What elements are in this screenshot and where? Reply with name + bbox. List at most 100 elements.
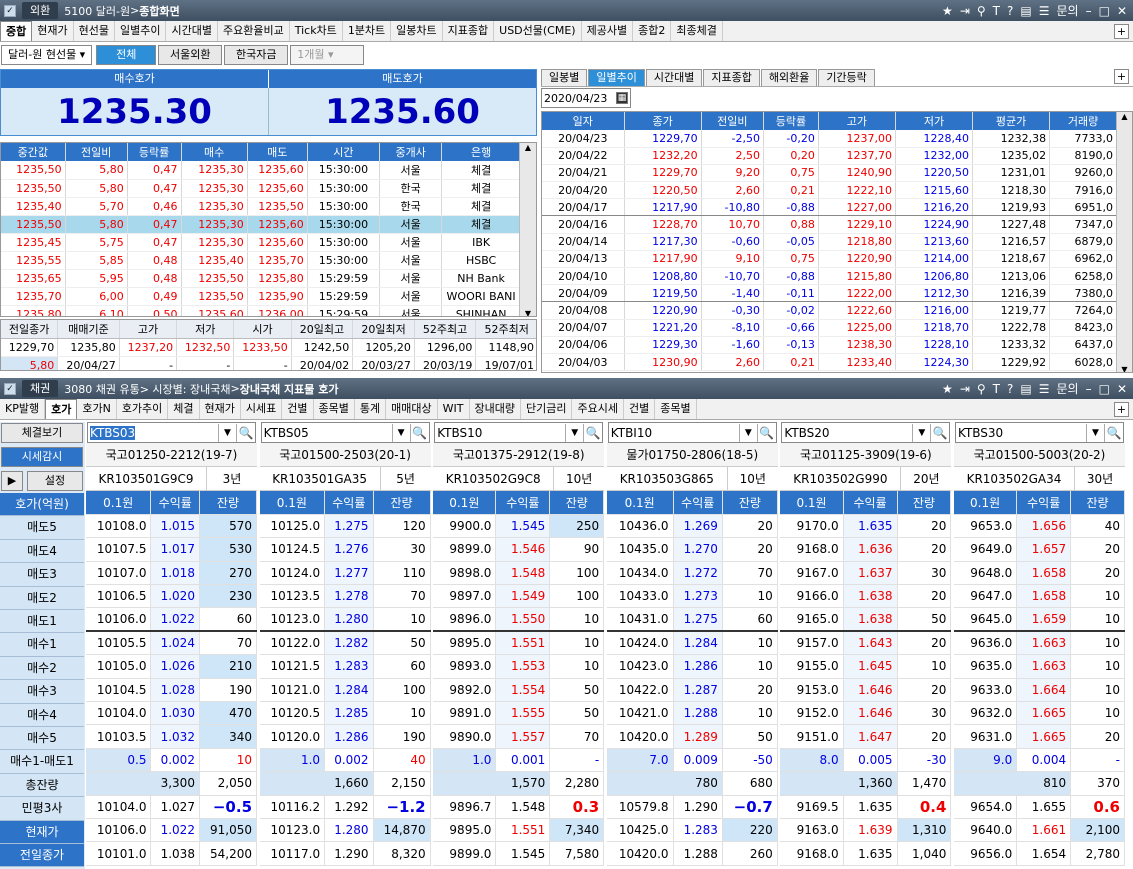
daily-row[interactable]: 20/04/23 1229,70 -2,50 -0,20 1237,00 1228,40 1… xyxy=(542,130,1117,148)
text-icon[interactable]: T xyxy=(993,382,1000,396)
maximize-icon[interactable]: □ xyxy=(1099,382,1110,396)
chevron-down-icon[interactable]: ▼ xyxy=(912,423,930,442)
watch-button[interactable]: 시세감시 xyxy=(1,447,83,467)
bond-quote-row[interactable]: 10107.0 1.018 270 xyxy=(86,561,258,586)
daily-row[interactable]: 20/04/16 1228,70 10,70 0,88 1229,10 1224,90 12… xyxy=(542,215,1117,234)
bond-quote-row[interactable]: 10420.0 1.289 50 xyxy=(606,724,778,749)
bond-quote-row[interactable]: 10423.0 1.286 10 xyxy=(606,654,778,679)
chevron-down-icon[interactable]: ▼ xyxy=(738,423,757,442)
settings-button[interactable]: 설정 xyxy=(27,471,83,491)
bond-quote-row[interactable]: 9167.0 1.637 30 xyxy=(780,561,952,586)
daily-row[interactable]: 20/04/22 1232,20 2,50 0,20 1237,70 1232,00 123… xyxy=(542,147,1117,165)
tick-scrollbar[interactable]: ▲ ▼ xyxy=(519,143,536,316)
right-tab[interactable]: 기간등락 xyxy=(818,69,875,86)
right-tab[interactable]: 일별추이 xyxy=(588,69,645,86)
bond-code-select[interactable]: KTBI10 ▼ 🔍 xyxy=(607,422,777,443)
bond-quote-row[interactable]: 9165.0 1.638 50 xyxy=(780,607,952,633)
bond-quote-row[interactable]: 9896.0 1.550 10 xyxy=(433,607,605,633)
date-field[interactable]: 2020/04/23 ▦ xyxy=(541,88,631,108)
bond-quote-row[interactable]: 9890.0 1.557 70 xyxy=(433,724,605,749)
tick-row[interactable]: 1235,50 5,80 0,47 1235,30 1235,60 15:30:00 서울 체… xyxy=(1,161,521,180)
scroll-down-icon[interactable]: ▼ xyxy=(520,309,536,316)
bond-quote-row[interactable]: 9900.0 1.545 250 xyxy=(433,514,605,539)
bond-quote-row[interactable]: 10120.5 1.285 10 xyxy=(259,701,431,726)
tick-row[interactable]: 1235,80 6,10 0,50 1235,60 1236,00 15:29:59 서울 S… xyxy=(1,305,521,316)
bond-quote-row[interactable]: 10121.0 1.284 100 xyxy=(259,678,431,703)
bond-quote-row[interactable]: 10421.0 1.288 10 xyxy=(606,701,778,726)
star-icon[interactable]: ★ xyxy=(942,4,953,18)
inquiry-label[interactable]: 문의 xyxy=(1057,380,1079,397)
checkbox-icon[interactable]: ✓ xyxy=(4,4,16,17)
inquiry-label[interactable]: 문의 xyxy=(1057,2,1079,19)
bond-quote-row[interactable]: 10123.0 1.280 10 xyxy=(259,607,431,633)
top-menu-item[interactable]: 현재가 xyxy=(32,21,74,41)
daily-row[interactable]: 20/04/17 1217,90 -10,80 -0,88 1227,00 1216,20… xyxy=(542,198,1117,217)
bond-quote-row[interactable]: 9166.0 1.638 20 xyxy=(780,584,952,609)
help-icon[interactable]: ? xyxy=(1007,4,1013,18)
right-tab[interactable]: 해외환율 xyxy=(760,69,818,86)
bond-quote-row[interactable]: 10104.0 1.030 470 xyxy=(86,701,258,726)
bond-quote-row[interactable]: 9168.0 1.636 20 xyxy=(780,537,952,562)
bond-code-select[interactable]: KTBS03 ▼ 🔍 xyxy=(87,422,256,443)
bond-quote-row[interactable]: 10121.5 1.283 60 xyxy=(259,654,431,679)
top-menu-item[interactable]: 시간대별 xyxy=(166,21,218,41)
tick-row[interactable]: 1235,40 5,70 0,46 1235,30 1235,50 15:30:00 한국 체… xyxy=(1,197,521,216)
top-menu-item[interactable]: 지표종합 xyxy=(443,21,495,41)
bond-quote-row[interactable]: 10424.0 1.284 10 xyxy=(606,631,778,656)
maximize-icon[interactable]: □ xyxy=(1099,4,1110,18)
list-icon[interactable]: ☰ xyxy=(1039,382,1050,396)
tab-seoul-fx[interactable]: 서울외환 xyxy=(158,45,223,65)
checkbox-icon[interactable]: ✓ xyxy=(4,382,16,395)
close-icon[interactable]: ✕ xyxy=(1117,4,1127,18)
chevron-down-icon[interactable]: ▼ xyxy=(218,423,236,442)
text-icon[interactable]: T xyxy=(993,4,1000,18)
top-menu-item[interactable]: 최종체결 xyxy=(671,21,723,41)
bond-quote-row[interactable]: 9895.0 1.551 10 xyxy=(433,631,605,656)
export-icon[interactable]: ⇥ xyxy=(960,4,970,18)
bond-quote-row[interactable]: 9647.0 1.658 10 xyxy=(954,584,1125,609)
daily-row[interactable]: 20/04/09 1219,50 -1,40 -0,11 1222,00 1212,30 1… xyxy=(542,284,1117,303)
bond-quote-row[interactable]: 9892.0 1.554 50 xyxy=(433,678,605,703)
bond-quote-row[interactable]: 9891.0 1.555 50 xyxy=(433,701,605,726)
scroll-down-icon[interactable]: ▼ xyxy=(1117,365,1132,372)
bond-quote-row[interactable]: 9645.0 1.659 10 xyxy=(954,607,1125,633)
bond-quote-row[interactable]: 9153.0 1.646 20 xyxy=(780,678,952,703)
tab-korea-money[interactable]: 한국자금 xyxy=(224,45,289,65)
top-menu-item[interactable]: USD선물(CME) xyxy=(494,21,582,41)
bond-quote-row[interactable]: 9649.0 1.657 20 xyxy=(954,537,1125,562)
bond-quote-row[interactable]: 9152.0 1.646 30 xyxy=(780,701,952,726)
bond-quote-row[interactable]: 10120.0 1.286 190 xyxy=(259,724,431,749)
bond-quote-row[interactable]: 10106.0 1.022 60 xyxy=(86,607,258,633)
bond-quote-row[interactable]: 9893.0 1.553 10 xyxy=(433,654,605,679)
bond-quote-row[interactable]: 10122.0 1.282 50 xyxy=(259,631,431,656)
bond-quote-row[interactable]: 10105.0 1.026 210 xyxy=(86,654,258,679)
print-icon[interactable]: ▤ xyxy=(1020,382,1031,396)
chevron-down-icon[interactable]: ▼ xyxy=(565,423,583,442)
daily-row[interactable]: 20/04/10 1208,80 -10,70 -0,88 1215,80 1206,80… xyxy=(542,267,1117,286)
bond-quote-row[interactable]: 9653.0 1.656 40 xyxy=(954,514,1125,539)
scroll-up-icon[interactable]: ▲ xyxy=(1117,112,1132,121)
bond-code-select[interactable]: KTBS30 ▼ 🔍 xyxy=(955,422,1124,443)
tick-row[interactable]: 1235,50 5,80 0,47 1235,30 1235,60 15:30:00 서울 체… xyxy=(1,215,521,234)
right-tab[interactable]: 시간대별 xyxy=(645,69,703,86)
chevron-down-icon[interactable]: ▼ xyxy=(391,423,410,442)
top-menu-item[interactable]: 제공사별 xyxy=(582,21,634,41)
scroll-up-icon[interactable]: ▲ xyxy=(520,143,536,157)
add-tab-icon[interactable]: + xyxy=(1114,24,1129,39)
bond-quote-row[interactable]: 9648.0 1.658 20 xyxy=(954,561,1125,586)
top-menu-item[interactable]: 종합2 xyxy=(633,21,672,41)
top-menu-item[interactable]: 일별추이 xyxy=(115,21,167,41)
search-icon[interactable]: 🔍 xyxy=(930,423,949,442)
search-icon[interactable]: 🔍 xyxy=(409,423,429,442)
bond-quote-row[interactable]: 10107.5 1.017 530 xyxy=(86,537,258,562)
bond-quote-row[interactable]: 10433.0 1.273 10 xyxy=(606,584,778,609)
view-trades-button[interactable]: 체결보기 xyxy=(1,423,83,443)
bond-quote-row[interactable]: 10105.5 1.024 70 xyxy=(86,631,258,656)
bottom-menu-item[interactable]: 주요시세 xyxy=(572,399,624,419)
daily-row[interactable]: 20/04/20 1220,50 2,60 0,21 1222,10 1215,60 121… xyxy=(542,181,1117,200)
top-menu-item[interactable]: 1분차트 xyxy=(343,21,392,41)
daily-row[interactable]: 20/04/13 1217,90 9,10 0,75 1220,90 1214,00 121… xyxy=(542,250,1117,269)
daily-row[interactable]: 20/04/06 1229,30 -1,60 -0,13 1238,30 1228,10 1… xyxy=(542,336,1117,354)
calendar-icon[interactable]: ▦ xyxy=(616,92,628,104)
bond-quote-row[interactable]: 9635.0 1.663 10 xyxy=(954,654,1125,679)
